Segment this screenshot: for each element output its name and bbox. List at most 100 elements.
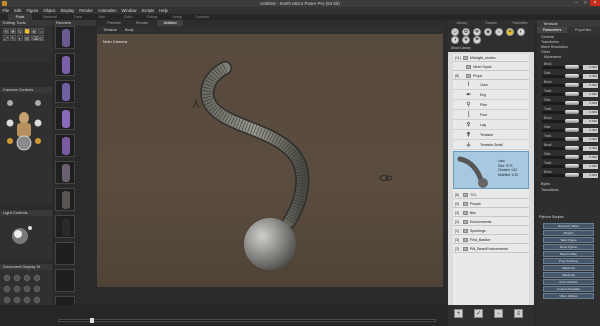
menu-animation[interactable]: Animation [95, 7, 119, 14]
dial-value[interactable]: 0.000 [583, 119, 598, 124]
dial-value[interactable]: 0.000 [583, 92, 598, 97]
parameter-dial[interactable]: Bend 0.000 [540, 62, 598, 70]
menu-object[interactable]: Object [41, 7, 58, 14]
dial-knob[interactable] [565, 65, 579, 69]
parameter-dial[interactable]: Twist 0.000 [540, 161, 598, 169]
library-folder-row[interactable]: [8] TCL [453, 191, 529, 199]
library-prop-item[interactable]: ⚴ Lag [453, 121, 529, 130]
trackball-icon[interactable] [16, 135, 32, 151]
remove-button[interactable]: − [494, 309, 503, 318]
library-category-6-icon[interactable]: ◐ [517, 28, 525, 36]
library-category-7-icon[interactable]: ◑ [451, 36, 459, 44]
editing-tool-8-icon[interactable]: ◐ [17, 35, 23, 41]
parameter-group[interactable]: Transforms [541, 40, 559, 44]
library-tab-favorites[interactable]: Favorites [506, 20, 534, 27]
render-thumbnail[interactable] [55, 161, 75, 184]
parameter-dial[interactable]: Side 0.000 [540, 98, 598, 106]
dial-knob[interactable] [565, 110, 579, 114]
render-thumbnail[interactable] [55, 53, 75, 76]
library-folder-row[interactable]: [2] Environments [453, 218, 529, 226]
move-y-icon[interactable] [35, 138, 41, 144]
dial-knob[interactable] [565, 155, 579, 159]
library-prop-item[interactable]: ⚲ Pike [453, 101, 529, 110]
library-category-2-icon[interactable]: ❖ [473, 28, 481, 36]
library-folder-row[interactable]: [2] PM_BeautEnvironments [453, 245, 529, 253]
dial-knob[interactable] [565, 92, 579, 96]
render-thumbnail[interactable] [55, 242, 75, 265]
render-thumbnail[interactable] [55, 134, 75, 157]
editing-tool-2-icon[interactable]: ↻ [17, 28, 23, 34]
python-script-button[interactable]: Content Paradise [543, 286, 594, 292]
parameter-group[interactable]: Movement [544, 55, 561, 59]
parameter-dial[interactable]: Bend 0.000 [540, 80, 598, 88]
parameter-dial[interactable]: Twist 0.000 [540, 89, 598, 97]
dial-value[interactable]: 0.000 [583, 173, 598, 178]
library-category-3-icon[interactable]: ◉ [484, 28, 492, 36]
python-script-button[interactable]: Wardrobe [543, 265, 594, 271]
menu-display[interactable]: Display [58, 7, 77, 14]
camera-controls-widget[interactable] [0, 93, 52, 203]
dial-knob[interactable] [565, 164, 579, 168]
maximize-button[interactable]: □ [581, 0, 590, 6]
timeline-scrubber[interactable] [90, 318, 94, 323]
library-folder-row[interactable]: Mesh Squid [453, 63, 529, 71]
light-indicator-icon[interactable] [192, 99, 200, 109]
timeline-track[interactable] [58, 319, 436, 322]
dial-knob[interactable] [565, 128, 579, 132]
menu-figure[interactable]: Figure [24, 7, 41, 14]
parameters-tab-properties[interactable]: Properties [568, 27, 598, 33]
python-script-button[interactable]: Tailor Figure [543, 237, 594, 243]
dial-value[interactable]: 0.000 [583, 155, 598, 160]
parameter-group[interactable]: Other [541, 50, 550, 54]
parameter-dial[interactable]: Side 0.000 [540, 71, 598, 79]
parameter-dial[interactable]: Side 0.000 [540, 152, 598, 160]
dial-knob[interactable] [565, 137, 579, 141]
parameter-dial[interactable]: Bend 0.000 [540, 116, 598, 124]
parameter-group[interactable]: Mesh Resolution [541, 45, 568, 49]
light-controls-widget[interactable] [0, 216, 52, 256]
python-script-button[interactable]: Prop Variants [543, 279, 594, 285]
dial-value[interactable]: 0.000 [583, 164, 598, 169]
dial-knob[interactable] [565, 119, 579, 123]
show-library-selector[interactable]: Show Library [448, 44, 534, 52]
library-tab-search[interactable]: Search [477, 20, 505, 27]
python-script-button[interactable]: Geometry Mixer [543, 223, 594, 229]
render-thumbnail[interactable] [55, 269, 75, 292]
apply-button[interactable]: ✓ [474, 309, 483, 318]
library-menu-button[interactable]: ≡ [514, 309, 523, 318]
library-prop-item[interactable]: ⌇ Claw [453, 81, 529, 90]
editing-tool-7-icon[interactable]: ✎ [10, 35, 16, 41]
editing-tool-3-icon[interactable]: ✋ [24, 28, 31, 34]
dial-knob[interactable] [565, 83, 579, 87]
render-thumbnail[interactable] [55, 107, 75, 130]
dial-value[interactable]: 0.000 [583, 83, 598, 88]
library-folder-row[interactable]: [1] Sporkings [453, 227, 529, 235]
python-script-button[interactable]: Plugins [543, 230, 594, 236]
library-prop-item[interactable]: ⟆ Pout [453, 111, 529, 120]
parameter-group[interactable]: Transitions [541, 188, 558, 192]
dial-value[interactable]: 0.000 [583, 110, 598, 115]
library-category-1-icon[interactable]: ✿ [462, 28, 470, 36]
editing-tool-0-icon[interactable]: ⟲ [3, 28, 9, 34]
menu-scripts[interactable]: Scripts [139, 7, 157, 14]
python-script-button[interactable]: Wardrobe [543, 272, 594, 278]
library-category-0-icon[interactable]: ☺ [451, 28, 459, 36]
dial-value[interactable]: 0.000 [583, 137, 598, 142]
camera-hand-icon[interactable] [35, 100, 41, 106]
render-thumbnail[interactable] [55, 26, 75, 49]
minimize-button[interactable]: – [572, 0, 581, 6]
menu-file[interactable]: File [0, 7, 12, 14]
figure-selector[interactable]: Tentacle [103, 28, 117, 32]
dial-value[interactable]: 0.000 [583, 74, 598, 79]
library-prop-item[interactable]: ⚵ Tentacle [453, 131, 529, 140]
parameter-dial[interactable]: Side 0.000 [540, 125, 598, 133]
parameter-dial[interactable]: Bend 0.000 [540, 143, 598, 151]
parameter-dial[interactable]: Bend 0.000 [540, 170, 598, 178]
render-thumbnail[interactable] [55, 215, 75, 238]
parameter-group[interactable]: Bytes [541, 182, 550, 186]
render-thumbnail[interactable] [55, 80, 75, 103]
editing-tool-4-icon[interactable]: ⊕ [31, 28, 37, 34]
move-xz-icon[interactable] [7, 138, 13, 144]
python-script-button[interactable]: Other Utilities [543, 293, 594, 299]
library-folder-row[interactable]: [3] First_Bastion [453, 236, 529, 244]
